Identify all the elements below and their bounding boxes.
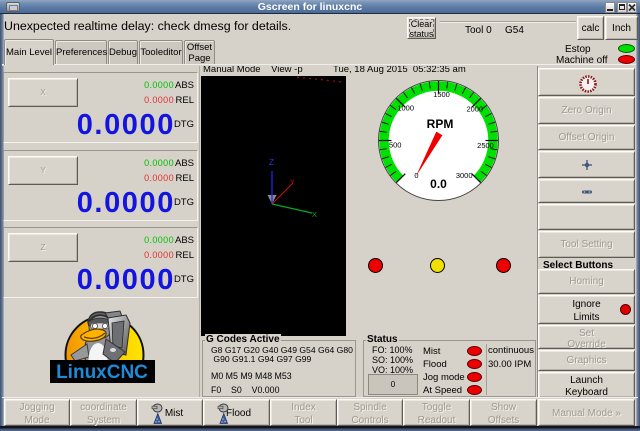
svg-text:2500: 2500 <box>477 141 494 150</box>
svg-text:RPM: RPM <box>427 117 454 131</box>
svg-text:500: 500 <box>389 140 402 149</box>
svg-text:LinuxCNC: LinuxCNC <box>56 362 148 383</box>
svg-text:0.0: 0.0 <box>430 177 447 191</box>
svg-text:1000: 1000 <box>397 104 414 113</box>
svg-text:Y: Y <box>290 179 295 186</box>
svg-text:1500: 1500 <box>433 90 450 99</box>
svg-text:3000: 3000 <box>456 171 473 180</box>
svg-text:Z: Z <box>269 158 274 167</box>
svg-text:2000: 2000 <box>466 104 483 113</box>
svg-text:X: X <box>312 210 317 219</box>
